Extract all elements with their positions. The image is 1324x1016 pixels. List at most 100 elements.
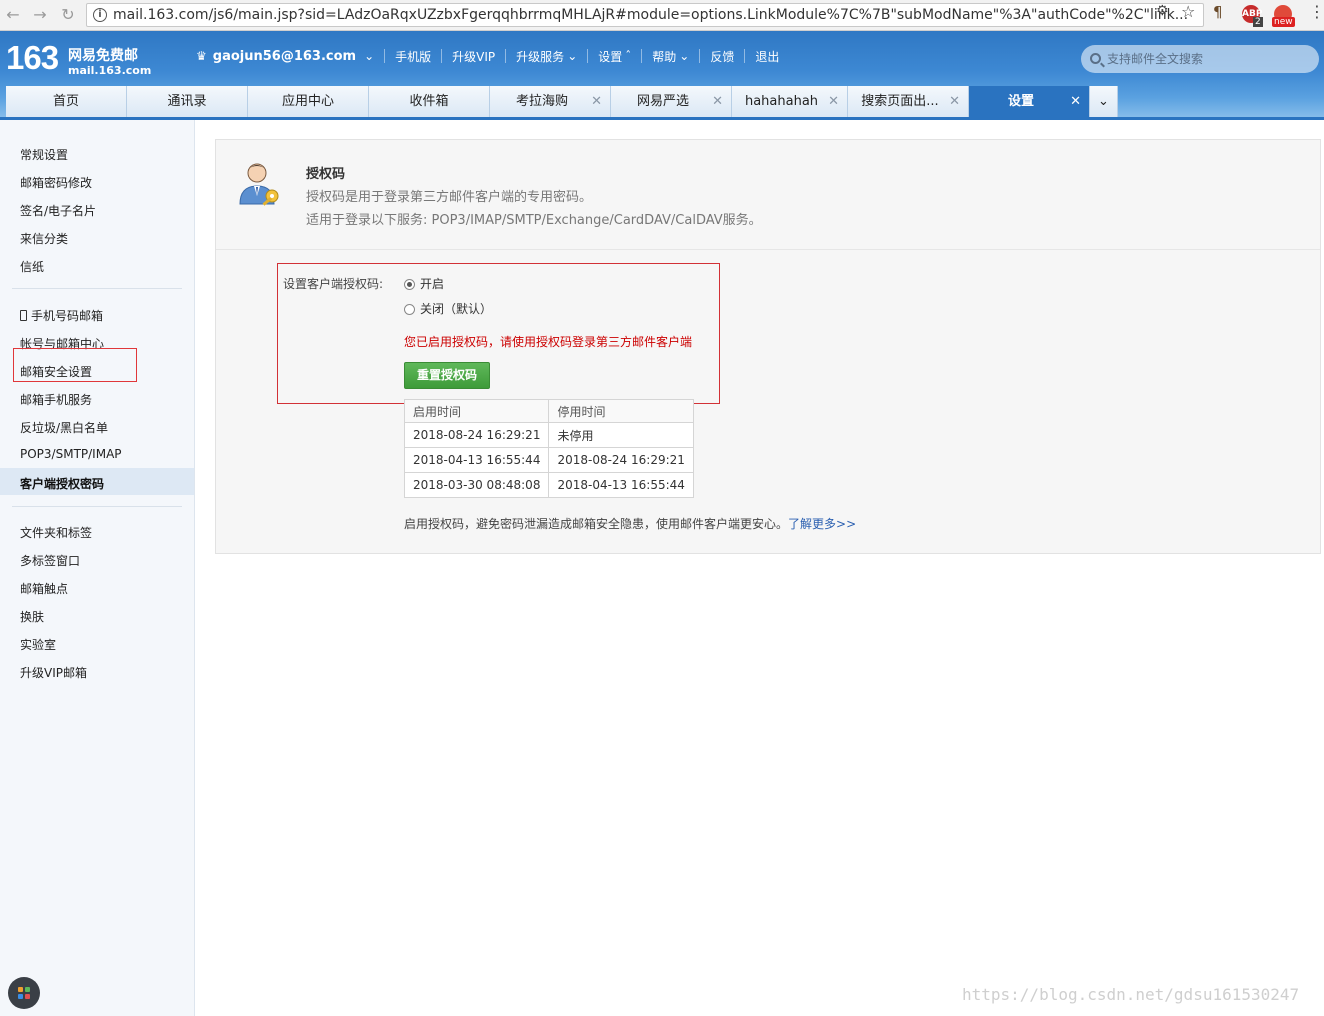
highlight-box-sidebar: [13, 348, 137, 382]
tab-label: 设置: [1007, 94, 1034, 109]
sidebar-item-vip[interactable]: 升级VIP邮箱: [20, 664, 87, 681]
pilcrow-extension-icon[interactable]: ¶: [1213, 3, 1223, 21]
sidebar-item-password[interactable]: 邮箱密码修改: [20, 174, 92, 191]
menu-settings[interactable]: 设置: [598, 48, 622, 65]
table-row: 2018-04-13 16:55:44 2018-08-24 16:29:21: [403, 447, 694, 473]
sidebar-item-label: 手机号码邮箱: [31, 309, 104, 323]
radio-disable-label[interactable]: 关闭（默认）: [420, 300, 492, 317]
close-icon[interactable]: ✕: [949, 86, 960, 117]
sidebar-item-multi-tab[interactable]: 多标签窗口: [20, 552, 80, 569]
sidebar-divider: [12, 506, 182, 507]
tab-overflow-chevron-icon[interactable]: ⌄: [1090, 86, 1118, 117]
table-cell: 2018-08-24 16:29:21: [548, 447, 694, 473]
table-cell: 2018-04-13 16:55:44: [403, 447, 550, 473]
table-cell: 2018-03-30 08:48:08: [403, 472, 550, 498]
tab-label: 通讯录: [167, 94, 207, 109]
chevron-down-icon[interactable]: ⌄: [567, 49, 577, 63]
close-icon[interactable]: ✕: [828, 86, 839, 117]
close-icon[interactable]: ✕: [1070, 86, 1081, 117]
tab-hahahahah[interactable]: hahahahah ✕: [732, 86, 848, 117]
tab-kaola[interactable]: 考拉海购 ✕: [490, 86, 611, 117]
adblock-count-badge: 2: [1253, 17, 1263, 27]
table-header-row: 启用时间 停用时间: [403, 399, 694, 423]
new-badge: new: [1272, 17, 1295, 27]
reload-icon[interactable]: ↻: [57, 5, 79, 25]
tab-label: 收件箱: [409, 94, 449, 109]
menu-upgrade-vip[interactable]: 升级VIP: [452, 48, 495, 65]
radio-enable[interactable]: [404, 279, 415, 290]
tab-app-center[interactable]: 应用中心: [248, 86, 369, 117]
sidebar-item-phone-mailbox[interactable]: 手机号码邮箱: [20, 307, 103, 324]
tab-label: 应用中心: [281, 94, 334, 109]
learn-more-link[interactable]: 了解更多>>: [788, 517, 856, 531]
radio-disable[interactable]: [404, 304, 415, 315]
sidebar-item-mobile-service[interactable]: 邮箱手机服务: [20, 391, 92, 408]
tab-search-page[interactable]: 搜索页面出... ✕: [848, 86, 969, 117]
sidebar-item-lab[interactable]: 实验室: [20, 636, 56, 653]
chevron-up-icon[interactable]: ˆ: [625, 49, 631, 63]
close-icon[interactable]: ✕: [712, 86, 723, 117]
tab-label: hahahahah: [744, 94, 819, 109]
extension-puzzle-icon[interactable]: ⚙: [1156, 3, 1169, 19]
apps-grid-icon[interactable]: [8, 977, 40, 1009]
phone-icon: [20, 310, 27, 321]
auth-code-description: 授权码是用于登录第三方邮件客户端的专用密码。: [306, 190, 593, 205]
security-note: 启用授权码，避免密码泄漏造成邮箱安全隐患，使用邮件客户端更安心。了解更多>>: [404, 515, 856, 532]
menu-logout[interactable]: 退出: [755, 48, 779, 65]
tab-contacts[interactable]: 通讯录: [127, 86, 248, 117]
table-row: 2018-08-24 16:29:21 未停用: [403, 422, 694, 448]
sidebar-item-touchpoint[interactable]: 邮箱触点: [20, 580, 68, 597]
sidebar-item-stationery[interactable]: 信纸: [20, 258, 44, 275]
menu-upgrade-service[interactable]: 升级服务: [516, 48, 564, 65]
back-arrow-icon[interactable]: ←: [2, 5, 24, 25]
column-header: 启用时间: [403, 399, 550, 423]
tab-label: 考拉海购: [515, 94, 568, 109]
forward-arrow-icon[interactable]: →: [29, 5, 51, 25]
bookmark-star-icon[interactable]: ☆: [1181, 2, 1195, 21]
menu-mobile[interactable]: 手机版: [395, 48, 431, 65]
sidebar-item-filters[interactable]: 来信分类: [20, 230, 68, 247]
auth-code-history-table: 启用时间 停用时间 2018-08-24 16:29:21 未停用 2018-0…: [403, 399, 694, 498]
logo-163[interactable]: 163: [6, 40, 59, 76]
sidebar-item-skin[interactable]: 换肤: [20, 608, 44, 625]
tab-inbox[interactable]: 收件箱: [369, 86, 490, 117]
sidebar-item-general[interactable]: 常规设置: [20, 146, 68, 163]
menu-feedback[interactable]: 反馈: [710, 48, 734, 65]
chevron-down-icon[interactable]: ⌄: [364, 49, 374, 63]
sidebar-item-signature[interactable]: 签名/电子名片: [20, 202, 96, 219]
close-icon[interactable]: ✕: [591, 86, 602, 117]
top-menu: ♛ gaojun56@163.com ⌄ 手机版 升级VIP 升级服务 ⌄ 设置…: [196, 46, 779, 66]
browser-menu-icon[interactable]: ⋮: [1309, 2, 1324, 21]
table-cell: 2018-08-24 16:29:21: [403, 422, 550, 448]
chevron-down-icon[interactable]: ⌄: [679, 49, 689, 63]
security-note-text: 启用授权码，避免密码泄漏造成邮箱安全隐患，使用邮件客户端更安心。: [404, 517, 789, 531]
radio-enable-label[interactable]: 开启: [420, 275, 444, 292]
logo-text: 网易免费邮: [68, 48, 138, 64]
sidebar-item-pop3[interactable]: POP3/SMTP/IMAP: [20, 447, 122, 461]
mail-search-input[interactable]: 支持邮件全文搜索: [1081, 45, 1319, 73]
address-bar-url: mail.163.com/js6/main.jsp?sid=LAdzOaRqxU…: [113, 7, 1189, 23]
watermark: https://blog.csdn.net/gdsu161530247: [962, 985, 1300, 1004]
address-bar[interactable]: i mail.163.com/js6/main.jsp?sid=LAdzOaRq…: [86, 3, 1204, 27]
table-cell: 2018-04-13 16:55:44: [548, 472, 694, 498]
tab-yanxuan[interactable]: 网易严选 ✕: [611, 86, 732, 117]
page-title: 授权码: [306, 167, 346, 182]
tab-home[interactable]: 首页: [6, 86, 127, 117]
menu-help[interactable]: 帮助: [652, 48, 676, 65]
header-divider: [0, 117, 1324, 120]
sidebar-item-auth-code[interactable]: 客户端授权密码: [20, 475, 104, 492]
reset-auth-code-button[interactable]: 重置授权码: [404, 362, 490, 389]
user-account[interactable]: gaojun56@163.com: [213, 49, 356, 64]
sidebar-item-antispam[interactable]: 反垃圾/黑白名单: [20, 419, 108, 436]
search-icon: [1090, 53, 1101, 64]
logo-domain: mail.163.com: [68, 64, 152, 77]
sidebar-item-folders[interactable]: 文件夹和标签: [20, 524, 92, 541]
table-cell: 未停用: [548, 422, 694, 448]
tab-bar: 首页 通讯录 应用中心 收件箱 考拉海购 ✕ 网易严选 ✕ hahahahah ✕ 搜…: [6, 86, 1118, 117]
site-info-icon[interactable]: i: [93, 8, 107, 22]
enabled-warning: 您已启用授权码，请使用授权码登录第三方邮件客户端: [404, 335, 693, 349]
browser-toolbar: ← → ↻ i mail.163.com/js6/main.jsp?sid=LA…: [0, 0, 1324, 31]
tab-settings[interactable]: 设置 ✕: [969, 86, 1090, 117]
column-header: 停用时间: [548, 399, 694, 423]
auth-code-field-label: 设置客户端授权码:: [283, 277, 384, 291]
